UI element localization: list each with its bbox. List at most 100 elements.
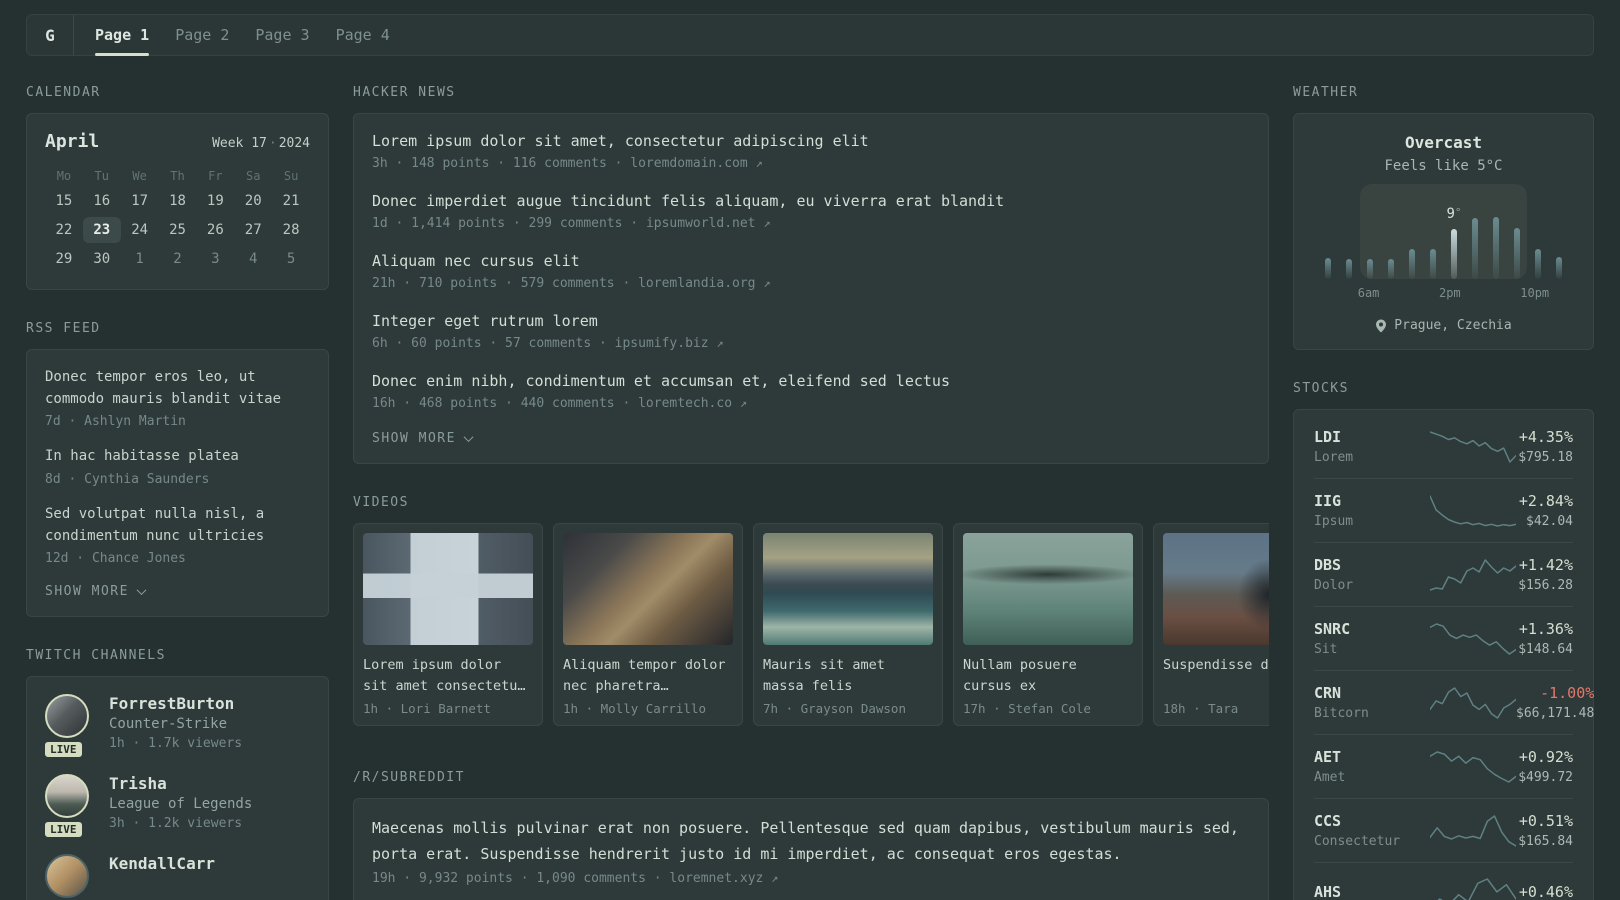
video-thumbnail (563, 533, 733, 645)
stock-change: +1.42% (1518, 556, 1573, 574)
hn-domain-link[interactable]: loremdomain.com (630, 156, 747, 171)
hn-item-title[interactable]: Donec enim nibh, condimentum et accumsan… (372, 371, 1250, 392)
stock-symbol[interactable]: LDI (1314, 428, 1430, 446)
calendar-card: April Week 17 · 2024 Mo Tu We Th Fr Sa Su 15 16 17 1… (26, 113, 329, 290)
hn-item-meta: 1d · 1,414 points · 299 comments · ipsum… (372, 216, 1250, 231)
hn-item[interactable]: Aliquam nec cursus elit 21h · 710 points… (372, 251, 1250, 291)
weather-hour-label (1318, 286, 1338, 300)
calendar-day: 22 (55, 222, 73, 238)
hn-meta-text: 6h · 60 points · 57 comments · (372, 336, 615, 351)
stock-row[interactable]: DBS Dolor +1.42% $156.28 (1314, 542, 1573, 606)
calendar-day: 21 (282, 193, 300, 209)
rss-item[interactable]: Donec tempor eros leo, ut commodo mauris… (45, 367, 310, 429)
hn-domain-link[interactable]: ipsumify.biz (615, 336, 709, 351)
hn-item[interactable]: Donec enim nibh, condimentum et accumsan… (372, 371, 1250, 411)
hn-meta-text: 3h · 148 points · 116 comments · (372, 156, 631, 171)
calendar-weekday-header: Su (283, 169, 299, 183)
tab-page-4[interactable]: Page 4 (323, 15, 403, 55)
stock-symbol[interactable]: SNRC (1314, 620, 1430, 638)
twitch-channel-name[interactable]: KendallCarr (109, 854, 215, 873)
twitch-channel-row[interactable]: KendallCarr (45, 854, 310, 899)
calendar-day: 18 (169, 193, 186, 209)
videos-widget: VIDEOS Lorem ipsum dolor sit amet consec… (353, 495, 1269, 726)
video-card[interactable]: Mauris sit amet massa felis 7h · Grayson… (753, 523, 943, 726)
tab-page-1[interactable]: Page 1 (82, 15, 162, 56)
video-meta: 17h · Stefan Cole (963, 701, 1091, 716)
weather-bar-12am (1548, 200, 1569, 279)
weather-hour-label (1419, 286, 1439, 300)
weather-bar-12pm (1423, 200, 1444, 279)
hn-domain-link[interactable]: loremtech.co (638, 396, 732, 411)
hn-item-title[interactable]: Donec imperdiet augue tincidunt felis al… (372, 191, 1250, 212)
hn-item-title[interactable]: Integer eget rutrum lorem (372, 311, 1250, 332)
stock-row[interactable]: CRN Bitcorn -1.00% $66,171.48 (1314, 670, 1594, 734)
stock-symbol[interactable]: IIG (1314, 492, 1430, 510)
twitch-channel-row[interactable]: LIVE Trisha League of Legends 3h · 1.2k … (42, 774, 310, 841)
tab-page-3[interactable]: Page 3 (242, 15, 322, 55)
stock-name: Amet (1314, 770, 1346, 785)
dashboard: CALENDAR April Week 17 · 2024 Mo Tu We Th Fr Sa… (0, 85, 1620, 900)
calendar-section-title: CALENDAR (26, 85, 101, 100)
video-title[interactable]: Aliquam tempor dolor nec pharetra… (563, 655, 733, 697)
stock-symbol[interactable]: CCS (1314, 812, 1430, 830)
stock-sparkline (1429, 685, 1517, 721)
stock-price: $165.84 (1518, 834, 1573, 849)
twitch-channel-name[interactable]: Trisha (109, 774, 252, 793)
weather-bar-2pm: 9° (1444, 200, 1465, 279)
calendar-year: 2024 (278, 136, 310, 151)
rss-item-title[interactable]: Sed volutpat nulla nisl, a condimentum n… (45, 504, 310, 547)
video-card[interactable]: Lorem ipsum dolor sit amet consectetu… 1… (353, 523, 543, 726)
hn-show-more-button[interactable]: SHOW MORE (372, 431, 1250, 446)
video-title[interactable]: Suspendisse diam (1163, 655, 1269, 697)
rss-show-more-button[interactable]: SHOW MORE (45, 584, 310, 599)
external-link-icon: ↗ (763, 216, 771, 230)
hn-domain-link[interactable]: loremlandia.org (638, 276, 755, 291)
stock-symbol[interactable]: CRN (1314, 684, 1430, 702)
twitch-meta: 1h · 1.7k viewers (109, 736, 243, 752)
stock-price: $42.04 (1526, 514, 1573, 529)
page-tabs: Page 1 Page 2 Page 3 Page 4 (74, 15, 403, 56)
videos-section-title: VIDEOS (353, 495, 409, 510)
rss-item[interactable]: Sed volutpat nulla nisl, a condimentum n… (45, 504, 310, 566)
stock-row[interactable]: CCS Consectetur +0.51% $165.84 (1314, 798, 1573, 862)
subreddit-domain-link[interactable]: loremnet.xyz (669, 871, 763, 886)
video-meta: 1h · Molly Carrillo (563, 701, 706, 716)
twitch-channel-row[interactable]: LIVE ForrestBurton Counter-Strike 1h · 1… (42, 694, 310, 761)
hn-domain-link[interactable]: ipsumworld.net (646, 216, 756, 231)
twitch-channel-name[interactable]: ForrestBurton (109, 694, 242, 713)
app-logo[interactable]: G (27, 15, 74, 55)
stock-sparkline (1429, 749, 1517, 785)
hn-item[interactable]: Integer eget rutrum lorem 6h · 60 points… (372, 311, 1250, 351)
stock-row[interactable]: AHS +0.46% (1314, 862, 1573, 900)
video-title[interactable]: Mauris sit amet massa felis (763, 655, 933, 697)
stock-row[interactable]: LDI Lorem +4.35% $795.18 (1314, 415, 1573, 478)
hn-item[interactable]: Lorem ipsum dolor sit amet, consectetur … (372, 131, 1250, 171)
stock-row[interactable]: AET Amet +0.92% $499.72 (1314, 734, 1573, 798)
video-card[interactable]: Suspendisse diam 18h · Tara (1153, 523, 1269, 726)
hn-item-title[interactable]: Aliquam nec cursus elit (372, 251, 1250, 272)
hn-item[interactable]: Donec imperdiet augue tincidunt felis al… (372, 191, 1250, 231)
weather-widget: WEATHER Overcast Feels like 5°C 9° 6am 2pm… (1293, 85, 1594, 350)
tab-page-2[interactable]: Page 2 (162, 15, 242, 55)
rss-item-title[interactable]: Donec tempor eros leo, ut commodo mauris… (45, 367, 310, 410)
video-title[interactable]: Lorem ipsum dolor sit amet consectetu… (363, 655, 533, 697)
stock-row[interactable]: SNRC Sit +1.36% $148.64 (1314, 606, 1573, 670)
video-card[interactable]: Aliquam tempor dolor nec pharetra… 1h · … (553, 523, 743, 726)
stock-sparkline (1429, 557, 1517, 593)
rss-item[interactable]: In hac habitasse platea 8d · Cynthia Sau… (45, 446, 310, 487)
weather-bar-6am (1360, 200, 1381, 279)
video-title[interactable]: Nullam posuere cursus ex (963, 655, 1133, 697)
stock-symbol[interactable]: AET (1314, 748, 1430, 766)
middle-column: HACKER NEWS Lorem ipsum dolor sit amet, … (353, 85, 1269, 900)
subreddit-post[interactable]: Maecenas mollis pulvinar erat non posuer… (372, 816, 1250, 886)
subreddit-post-title[interactable]: Maecenas mollis pulvinar erat non posuer… (372, 816, 1250, 867)
calendar-day: 5 (286, 251, 296, 267)
rss-item-title[interactable]: In hac habitasse platea (45, 446, 310, 468)
hn-item-title[interactable]: Lorem ipsum dolor sit amet, consectetur … (372, 131, 1250, 152)
stock-symbol[interactable]: AHS (1314, 883, 1430, 900)
weather-location[interactable]: Prague, Czechia (1314, 318, 1573, 333)
video-card[interactable]: Nullam posuere cursus ex 17h · Stefan Co… (953, 523, 1143, 726)
stock-sparkline (1430, 876, 1517, 900)
stock-row[interactable]: IIG Ipsum +2.84% $42.04 (1314, 478, 1573, 542)
stock-symbol[interactable]: DBS (1314, 556, 1430, 574)
